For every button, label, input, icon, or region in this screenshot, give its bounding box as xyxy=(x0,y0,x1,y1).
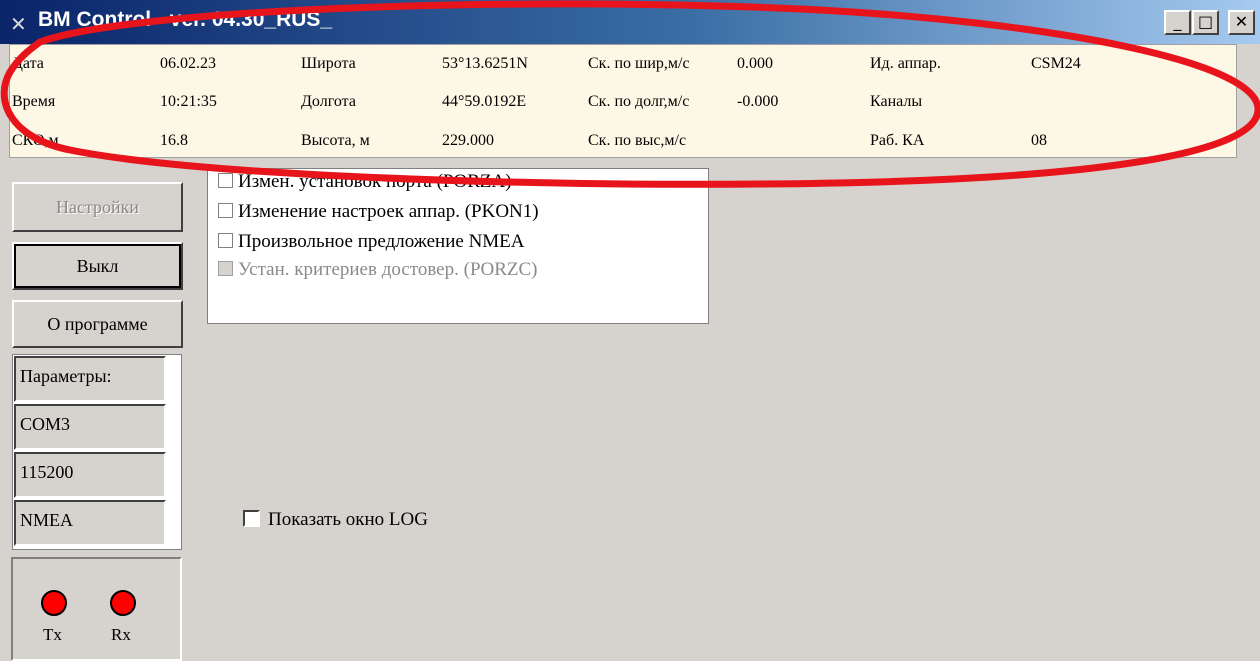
latitude-label: Широта xyxy=(301,55,356,72)
speed-lat-label: Ск. по шир,м/с xyxy=(588,55,690,72)
close-icon: ✕ xyxy=(1234,12,1249,31)
maximize-icon: □ xyxy=(1197,12,1214,31)
off-button[interactable]: Выкл xyxy=(12,242,183,290)
speed-lon-value: -0.000 xyxy=(737,93,779,110)
show-log-option[interactable]: Показать окно LOG xyxy=(243,509,428,531)
time-value: 10:21:35 xyxy=(160,93,217,110)
about-button[interactable]: О программе xyxy=(12,300,183,348)
settings-button[interactable]: Настройки xyxy=(12,182,183,232)
protocol-value: NMEA xyxy=(14,500,166,546)
longitude-value: 44°59.0192E xyxy=(442,93,527,110)
nmea-checkbox[interactable] xyxy=(218,233,233,248)
minimize-icon: _ xyxy=(1173,12,1182,31)
maximize-button[interactable]: □ xyxy=(1192,10,1219,35)
parameters-header: Параметры: xyxy=(14,356,166,402)
satellites-label: Раб. КА xyxy=(870,132,925,149)
pkon1-option[interactable]: Изменение настроек аппар. (PKON1) xyxy=(218,201,539,223)
date-value: 06.02.23 xyxy=(160,55,216,72)
device-id-label: Ид. аппар. xyxy=(870,55,941,72)
speed-lat-value: 0.000 xyxy=(737,55,773,72)
latitude-value: 53°13.6251N xyxy=(442,55,528,72)
porzc-checkbox xyxy=(218,261,233,276)
show-log-checkbox[interactable] xyxy=(243,510,260,527)
rx-label: Rx xyxy=(111,625,131,644)
device-id-value: CSM24 xyxy=(1031,55,1081,72)
indicator-panel: Tx Rx xyxy=(11,557,182,661)
close-button[interactable]: ✕ xyxy=(1228,10,1255,35)
speed-alt-label: Ск. по выс,м/с xyxy=(588,132,687,149)
porza-checkbox[interactable] xyxy=(218,173,233,188)
porzc-option: Устан. критериев достовер. (PORZC) xyxy=(218,259,538,281)
parameters-list[interactable]: Параметры: COM3 115200 NMEA xyxy=(12,354,182,550)
pkon1-checkbox[interactable] xyxy=(218,203,233,218)
window-title: BM Control - ver. 04.30_RUS_ xyxy=(38,8,333,31)
satellite-icon: ✕ xyxy=(10,12,27,36)
tx-label: Tx xyxy=(43,625,62,644)
title-bar[interactable]: ✕ BM Control - ver. 04.30_RUS_ _ □ ✕ xyxy=(0,0,1260,44)
date-label: Дата xyxy=(12,55,44,72)
porza-option[interactable]: Измен. установок порта (PORZA) xyxy=(218,171,512,193)
command-checklist: Измен. установок порта (PORZA) Изменение… xyxy=(207,168,709,324)
time-label: Время xyxy=(12,93,56,110)
speed-lon-label: Ск. по долг,м/с xyxy=(588,93,690,110)
port-value: COM3 xyxy=(14,404,166,450)
sko-value: 16.8 xyxy=(160,132,188,149)
longitude-label: Долгота xyxy=(301,93,356,110)
channels-label: Каналы xyxy=(870,93,923,110)
altitude-label: Высота, м xyxy=(301,132,370,149)
sko-label: СКО,м xyxy=(12,132,59,149)
minimize-button[interactable]: _ xyxy=(1164,10,1191,35)
rx-led-icon xyxy=(110,590,136,616)
baud-rate-value: 115200 xyxy=(14,452,166,498)
nmea-option[interactable]: Произвольное предложение NMEA xyxy=(218,231,525,253)
tx-led-icon xyxy=(41,590,67,616)
status-info-panel: Дата 06.02.23 Время 10:21:35 СКО,м 16.8 … xyxy=(9,44,1237,158)
satellites-value: 08 xyxy=(1031,132,1047,149)
altitude-value: 229.000 xyxy=(442,132,494,149)
